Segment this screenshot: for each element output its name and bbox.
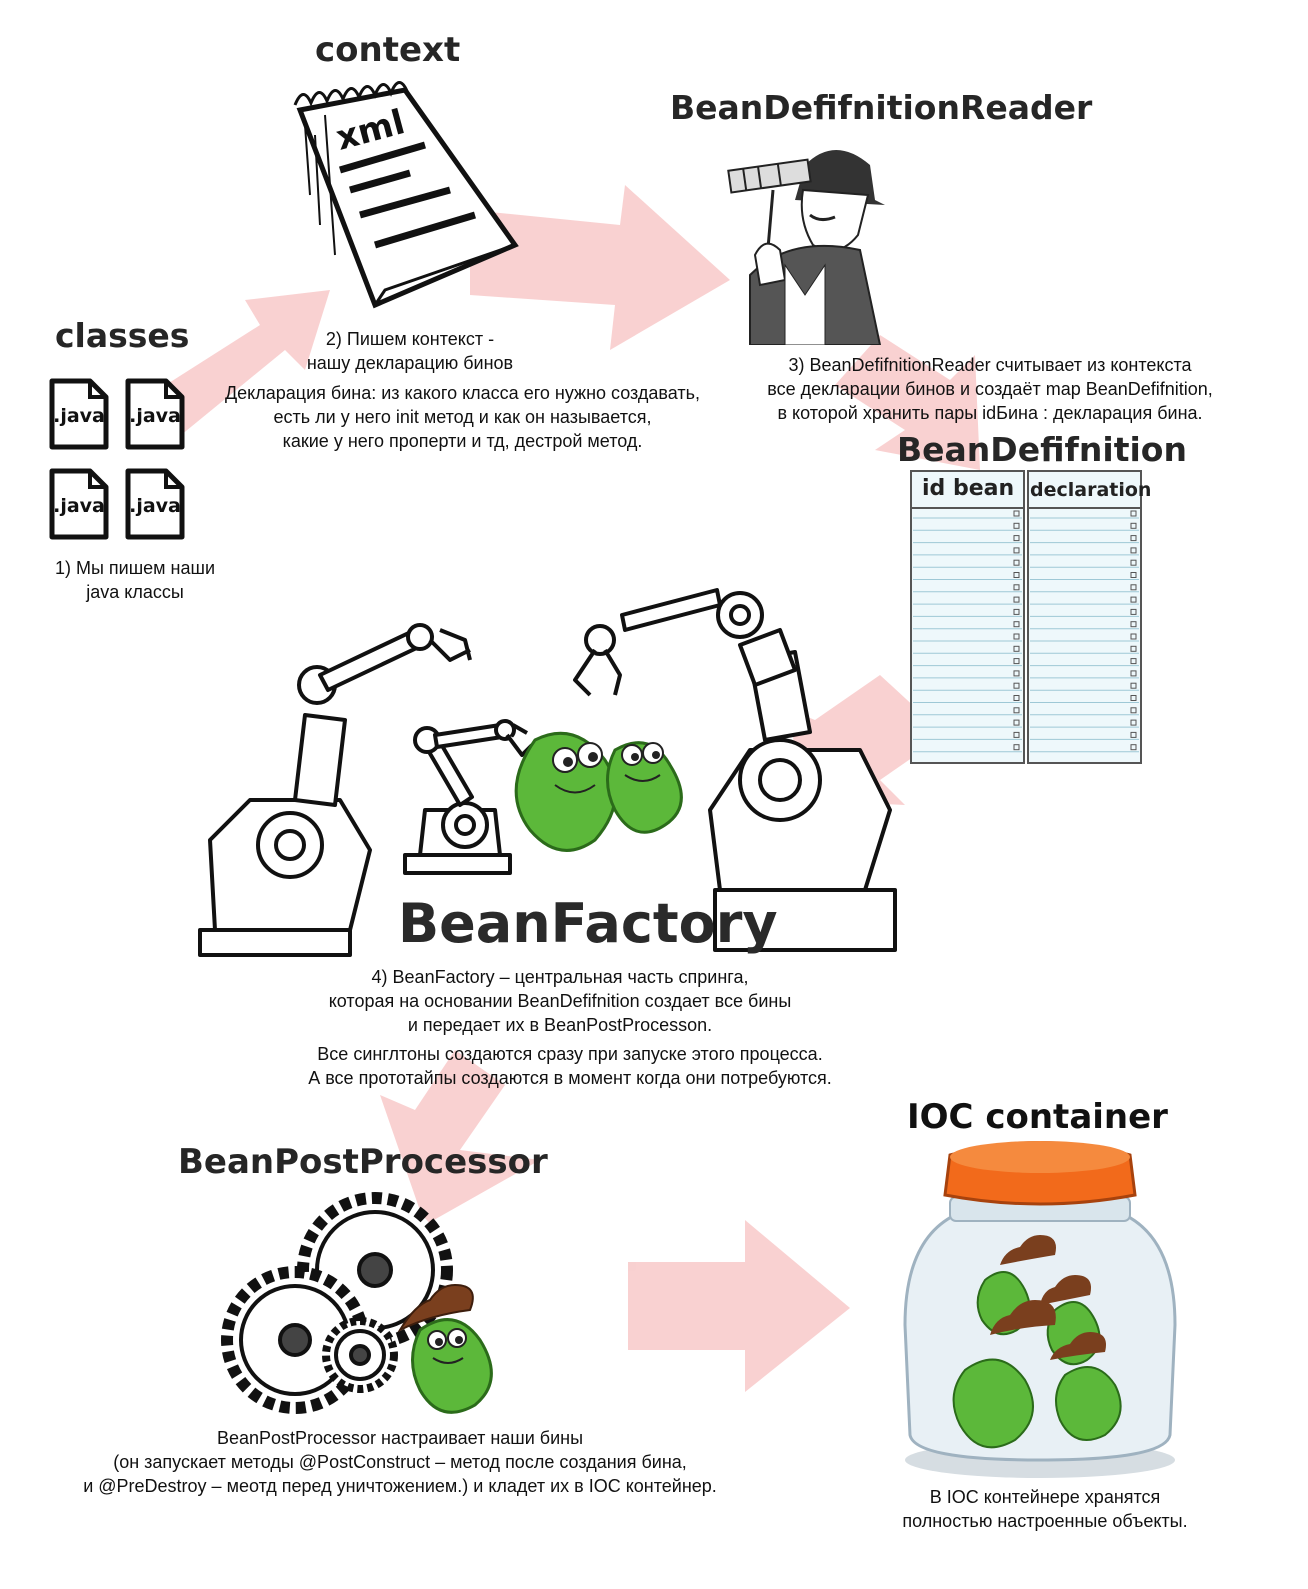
desc-line: В IOC контейнере хранятся	[929, 1487, 1161, 1507]
context-title: context	[315, 30, 461, 70]
desc-line: (он запускает методы @PostConstruct – ме…	[113, 1452, 687, 1472]
desc-line: BeanPostProcessor настраивает наши бины	[216, 1428, 584, 1448]
table-grid	[910, 470, 1142, 764]
step4-desc: 4) BeanFactory – центральная часть сприн…	[280, 965, 840, 1037]
desc-line: и @PreDestroy – меотд перед уничтожением…	[83, 1476, 717, 1496]
desc-line: А все прототайпы создаются в момент когд…	[308, 1068, 832, 1088]
desc-line: 3) BeanDefifnitionReader считывает из ко…	[788, 355, 1192, 375]
desc-line: все декларации бинов и создаёт map BeanD…	[767, 379, 1213, 399]
file-label: .java	[129, 495, 181, 517]
ioc-title: IOC container	[907, 1097, 1168, 1137]
gears-icon	[221, 1192, 493, 1414]
desc-line: 2) Пишем контекст -	[325, 329, 495, 349]
file-label: .java	[129, 405, 181, 427]
factory-title: BeanFactory	[398, 892, 778, 955]
postprocessor-title: BeanPostProcessor	[178, 1142, 548, 1182]
classes-title: classes	[55, 316, 190, 355]
java-file-icon: .java	[48, 377, 110, 451]
ioc-desc: В IOC контейнере хранятся полностью наст…	[880, 1485, 1210, 1533]
postprocessor-desc: BeanPostProcessor настраивает наши бины …	[40, 1426, 760, 1498]
desc-line: и передает их в BeanPostProcesson.	[407, 1015, 713, 1035]
telescope-man-icon	[727, 150, 885, 345]
step3-desc: 3) BeanDefifnitionReader считывает из ко…	[735, 353, 1245, 425]
desc-line: в которой хранить пары idБина : декларац…	[777, 403, 1203, 423]
definition-title: BeanDefifnition	[897, 430, 1187, 469]
desc-line: Декларация бина: из какого класса его ну…	[224, 383, 700, 403]
desc-line: которая на основании BeanDefifnition соз…	[328, 991, 792, 1011]
file-label: .java	[53, 495, 105, 517]
desc-line: Все синглтоны создаются сразу при запуск…	[317, 1044, 823, 1064]
java-file-icon: .java	[124, 467, 186, 541]
desc-line: какие у него проперти и тд, дестрой мето…	[282, 431, 643, 451]
desc-line: 4) BeanFactory – центральная часть сприн…	[371, 967, 749, 987]
xml-document-icon: xml	[293, 81, 519, 309]
step2-detail: Декларация бина: из какого класса его ну…	[195, 381, 730, 453]
desc-line: нашу декларацию бинов	[306, 353, 514, 373]
col-id-bean: id bean	[922, 476, 1015, 501]
file-label: .java	[53, 405, 105, 427]
java-file-icon: .java	[48, 467, 110, 541]
java-file-icon: .java	[124, 377, 186, 451]
arrow-postprocessor-to-ioc	[628, 1220, 850, 1392]
jar-icon	[903, 1141, 1177, 1478]
desc-line: есть ли у него init метод и как он назыв…	[273, 407, 652, 427]
reader-title: BeanDefifnitionReader	[670, 88, 1093, 127]
col-declaration: declaration	[1030, 479, 1152, 501]
step2-desc: 2) Пишем контекст - нашу декларацию бино…	[250, 327, 570, 375]
desc-line: полностью настроенные объекты.	[902, 1511, 1188, 1531]
bean-icon	[514, 731, 683, 852]
step4-detail: Все синглтоны создаются сразу при запуск…	[255, 1042, 885, 1090]
bean-definition-table: id bean declaration	[910, 470, 1151, 770]
